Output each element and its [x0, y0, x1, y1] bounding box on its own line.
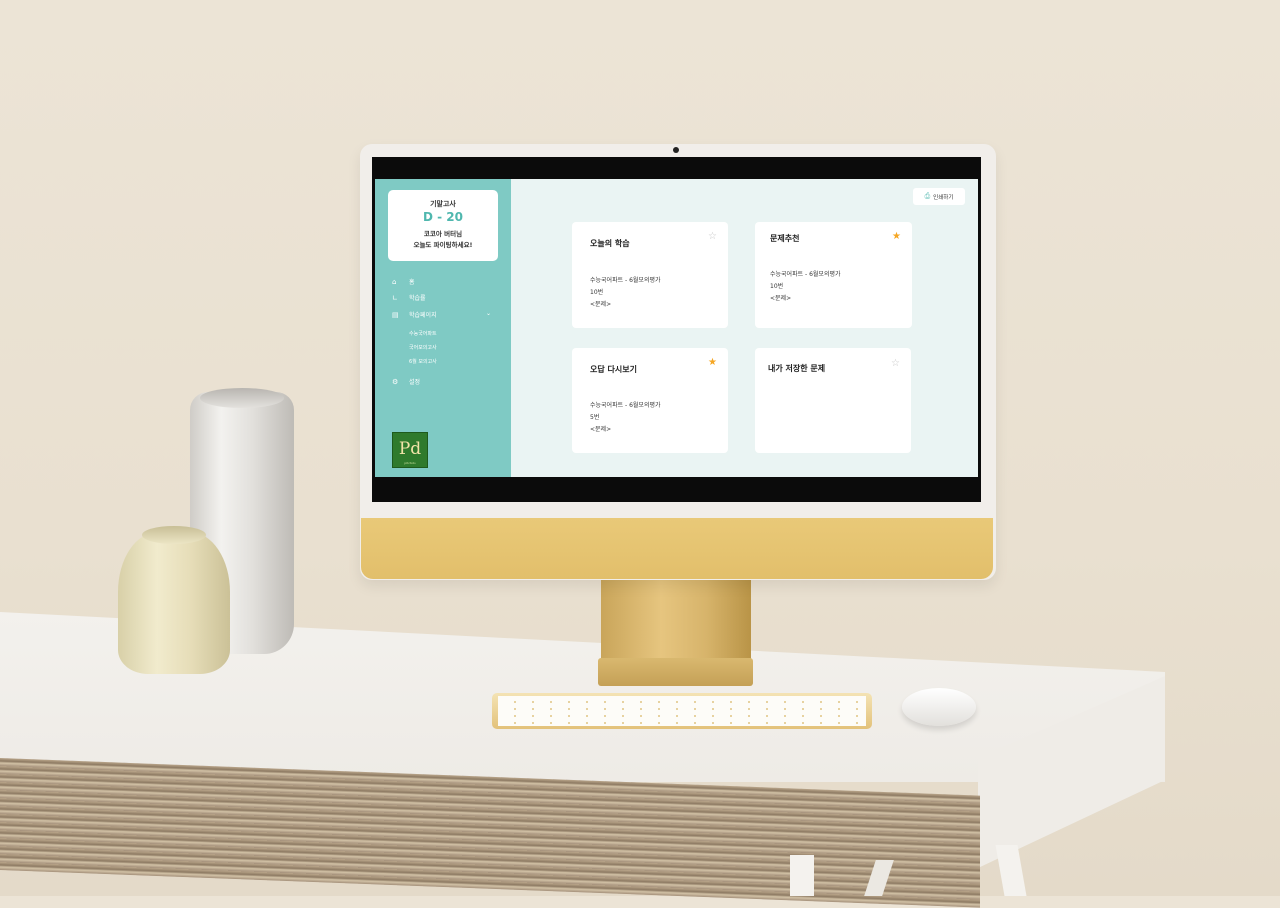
exam-label: 기말고사 — [430, 200, 456, 208]
card-line: 5번 — [590, 414, 600, 421]
sidebar: 기말고사 D - 20 코코아 버터님 오늘도 파이팅하세요! ⌂ 홈 ∟ 학습… — [375, 179, 511, 477]
card-line: 10번 — [770, 283, 784, 290]
card-title: 오답 다시보기 — [590, 365, 637, 374]
sidebar-item-home[interactable]: ⌂ 홈 — [392, 277, 502, 287]
dday-count: D - 20 — [423, 210, 463, 224]
card-line: 10번 — [590, 289, 604, 296]
card-line: 수능국어파트 - 6월모의평가 — [770, 271, 841, 278]
keyboard — [492, 693, 872, 729]
star-outline-icon[interactable]: ☆ — [708, 231, 717, 242]
card-line: <문제> — [770, 295, 792, 302]
book-icon: ▤ — [392, 310, 399, 319]
sidebar-item-progress[interactable]: ∟ 학습률 — [392, 293, 502, 303]
monitor-stand — [601, 578, 751, 666]
card-line: <문제> — [590, 301, 612, 308]
sidebar-item-label: 설정 — [409, 379, 421, 386]
card-line: <문제> — [590, 426, 612, 433]
card-line: 수능국어파트 - 6월모의평가 — [590, 402, 661, 409]
camera-dot — [673, 147, 679, 153]
print-label: 인쇄하기 — [933, 194, 954, 201]
brand-logo: Pd pitchdo — [392, 432, 428, 468]
desk-leg — [995, 845, 1027, 896]
logo-small-text: pitchdo — [404, 461, 416, 465]
chevron-down-icon[interactable]: ⌄ — [486, 310, 491, 317]
card-title: 내가 저장한 문제 — [768, 364, 826, 373]
gear-icon: ⚙ — [392, 377, 399, 386]
star-outline-icon[interactable]: ☆ — [891, 358, 900, 369]
card-line: 수능국어파트 - 6월모의평가 — [590, 277, 661, 284]
short-vase — [118, 526, 230, 674]
monitor-chin — [361, 518, 993, 579]
app-screen: 기말고사 D - 20 코코아 버터님 오늘도 파이팅하세요! ⌂ 홈 ∟ 학습… — [375, 179, 978, 477]
sidebar-item-label: 홈 — [409, 279, 415, 286]
card-body: 수능국어파트 - 6월모의평가 10번 <문제> — [770, 269, 841, 305]
card-saved-questions[interactable]: 내가 저장한 문제 ☆ — [755, 348, 911, 453]
card-body: 수능국어파트 - 6월모의평가 5번 <문제> — [590, 400, 661, 436]
star-filled-icon[interactable]: ★ — [892, 231, 901, 242]
card-title: 오늘의 학습 — [590, 239, 630, 248]
greeting-name: 코코아 버터님 — [423, 230, 463, 238]
card-recommended[interactable]: 문제추천 ★ 수능국어파트 - 6월모의평가 10번 <문제> — [755, 222, 912, 328]
sub-item-csat-korean[interactable]: 수능국어파트 — [409, 330, 437, 337]
home-icon: ⌂ — [392, 277, 397, 286]
logo-text: Pd — [398, 439, 422, 459]
sub-item-korean-mock[interactable]: 국어모의고사 — [409, 344, 437, 351]
chart-icon: ∟ — [392, 293, 398, 302]
sidebar-item-label: 학습률 — [409, 295, 426, 302]
desk-leg — [790, 855, 814, 896]
star-filled-icon[interactable]: ★ — [708, 357, 717, 368]
sidebar-item-settings[interactable]: ⚙ 설정 — [392, 377, 502, 387]
greeting: 코코아 버터님 오늘도 파이팅하세요! — [388, 229, 498, 251]
monitor-stand-foot — [598, 658, 753, 686]
mouse — [902, 688, 976, 726]
card-body: 수능국어파트 - 6월모의평가 10번 <문제> — [590, 275, 661, 311]
sidebar-item-label: 학습페이지 — [409, 312, 437, 319]
sub-item-june-mock[interactable]: 6월 모의고사 — [409, 358, 437, 365]
card-review-wrong[interactable]: 오답 다시보기 ★ 수능국어파트 - 6월모의평가 5번 <문제> — [572, 348, 728, 453]
card-today-study[interactable]: 오늘의 학습 ☆ 수능국어파트 - 6월모의평가 10번 <문제> — [572, 222, 728, 328]
printer-icon: ⎙ — [924, 192, 931, 200]
card-title: 문제추천 — [770, 234, 800, 243]
greeting-message: 오늘도 파이팅하세요! — [413, 241, 473, 249]
dday-card: 기말고사 D - 20 코코아 버터님 오늘도 파이팅하세요! — [388, 190, 498, 261]
print-button[interactable]: ⎙ 인쇄하기 — [913, 188, 965, 205]
